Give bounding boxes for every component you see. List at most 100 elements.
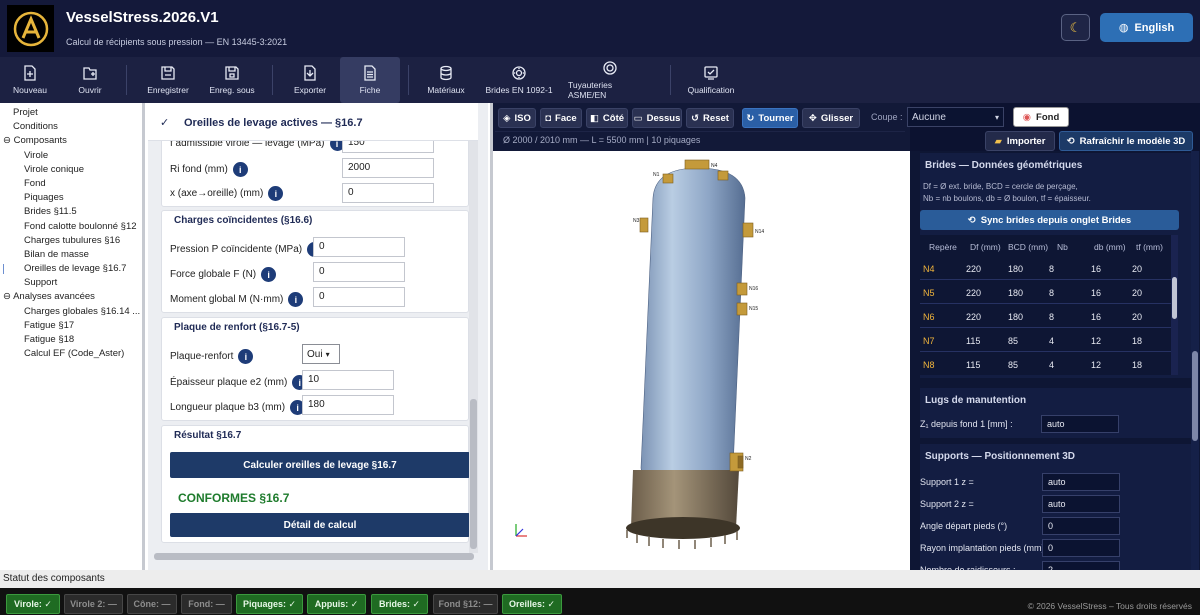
nav-item-fatigue-17[interactable]: Fatigue §17: [0, 319, 142, 333]
toolbar-pipes-button[interactable]: Tuyauteries ASME/EN: [568, 57, 652, 103]
cut-select[interactable]: Aucune ▾: [907, 107, 1004, 127]
nav-item-oreilles-levage[interactable]: Oreilles de levage §16.7: [0, 262, 142, 276]
nav-group-analyses[interactable]: ⊖ Analyses avancées: [0, 290, 142, 304]
ri-fond-input[interactable]: 2000: [342, 158, 434, 178]
toolbar-open-button[interactable]: Ouvrir: [68, 57, 112, 103]
fond-button[interactable]: ◉ Fond: [1013, 107, 1069, 127]
status-chip-piquages[interactable]: Piquages: ✓: [236, 594, 303, 614]
view-reset-button[interactable]: ↺ Reset: [686, 108, 734, 128]
scrollbar-thumb[interactable]: [1192, 351, 1198, 441]
app-title: VesselStress.2026.V1: [66, 9, 219, 26]
table-row[interactable]: N4 220 180 8 16 20: [920, 257, 1178, 280]
nav-item-bilan-masse[interactable]: Bilan de masse: [0, 248, 142, 262]
info-icon[interactable]: i: [268, 186, 284, 201]
nav-item-fond-calotte[interactable]: Fond calotte boulonné §12: [0, 220, 142, 234]
col-header: Repère: [929, 242, 957, 252]
toolbar-flanges-button[interactable]: Brides EN 1092-1: [485, 57, 553, 103]
nav-item-piquages[interactable]: Piquages: [0, 191, 142, 205]
nav-item-support[interactable]: Support: [0, 276, 142, 290]
panel-header[interactable]: ✓ Oreilles de levage actives — §16.7: [148, 103, 478, 141]
nav-item-charges-tubulures[interactable]: Charges tubulures §16: [0, 234, 142, 248]
pipe-icon: [603, 61, 617, 75]
support2-input[interactable]: auto: [1042, 495, 1120, 513]
import-button[interactable]: ▰ Importer: [985, 131, 1055, 151]
angle-pieds-input[interactable]: 0: [1042, 517, 1120, 535]
nav-item-charges-globales[interactable]: Charges globales §16.14 ...: [0, 305, 142, 319]
status-chip-appuis[interactable]: Appuis: ✓: [307, 594, 366, 614]
info-icon[interactable]: i: [238, 349, 254, 364]
status-chip-oreilles[interactable]: Oreilles: ✓: [502, 594, 562, 614]
cell-repere: N8: [923, 360, 935, 370]
horizontal-scrollbar[interactable]: [154, 553, 474, 560]
view-face-button[interactable]: ◘ Face: [540, 108, 582, 128]
pan-button[interactable]: ✥ Glisser: [802, 108, 860, 128]
nav-group-composants[interactable]: ⊖ Composants: [0, 134, 142, 148]
x-axe-input[interactable]: 0: [342, 183, 434, 203]
rayon-pieds-input[interactable]: 0: [1042, 539, 1120, 557]
status-chip-virole[interactable]: Virole: ✓: [6, 594, 60, 614]
epaisseur-input[interactable]: 10: [302, 370, 394, 390]
brides-title: Brides — Données géométriques: [925, 160, 1083, 171]
field-label: Ri fond (mm): [170, 164, 228, 175]
view-dessus-button[interactable]: ▭ Dessus: [632, 108, 682, 128]
toolbar-qualification-button[interactable]: Qualification: [684, 57, 738, 103]
right-scrollbar[interactable]: [1191, 151, 1199, 570]
right-scroll-area: Brides — Données géométriques Df = Ø ext…: [910, 151, 1200, 579]
nav-item-fatigue-18[interactable]: Fatigue §18: [0, 333, 142, 347]
plaque-renfort-select[interactable]: Oui ▾: [302, 344, 340, 364]
detail-button[interactable]: Détail de calcul: [170, 513, 470, 537]
language-button[interactable]: ◍ English: [1100, 13, 1193, 42]
cell-nb: 4: [1049, 360, 1055, 370]
support1-input[interactable]: auto: [1042, 473, 1120, 491]
moment-input[interactable]: 0: [313, 287, 405, 307]
table-row[interactable]: N8 115 85 4 12 18: [920, 353, 1178, 375]
col-header: Nb: [1057, 242, 1068, 252]
scrollbar-thumb[interactable]: [470, 399, 477, 549]
sheet-icon: [364, 65, 376, 81]
status-chip-virole2[interactable]: Virole 2: —: [64, 594, 123, 614]
vessel-3d-model[interactable]: N4 N14 N16 N15 N3 N2 N1: [593, 158, 833, 558]
sync-brides-button[interactable]: ⟲ Sync brides depuis onglet Brides: [920, 210, 1179, 230]
toolbar-label: Enreg. sous: [209, 85, 255, 95]
rotate-button[interactable]: ↻ Tourner: [742, 108, 798, 128]
viewer-3d[interactable]: ◈ ISO ◘ Face ◧ Côté ▭ Dessus ↺ Reset ↻ Tourner…: [490, 103, 913, 570]
nav-item-projet[interactable]: Projet: [0, 106, 142, 120]
dark-mode-toggle[interactable]: ☾: [1061, 14, 1090, 41]
view-iso-button[interactable]: ◈ ISO: [498, 108, 536, 128]
cell-nb: 8: [1049, 264, 1055, 274]
nav-item-calcul-ef[interactable]: Calcul EF (Code_Aster): [0, 347, 142, 361]
info-icon[interactable]: i: [232, 162, 248, 177]
nav-item-virole[interactable]: Virole: [0, 149, 142, 163]
nav-item-virole-conique[interactable]: Virole conique: [0, 163, 142, 177]
info-icon[interactable]: i: [261, 267, 277, 282]
longueur-input[interactable]: 180: [302, 395, 394, 415]
status-chip-fond[interactable]: Fond: —: [181, 594, 232, 614]
status-chip-brides[interactable]: Brides: ✓: [371, 594, 428, 614]
info-icon[interactable]: i: [288, 292, 304, 307]
scrollbar-thumb[interactable]: [1172, 277, 1177, 319]
table-scrollbar[interactable]: [1171, 235, 1178, 375]
table-row[interactable]: N6 220 180 8 16 20: [920, 305, 1178, 328]
status-chip-fond12[interactable]: Fond §12: —: [433, 594, 498, 614]
toolbar-materials-button[interactable]: Matériaux: [419, 57, 473, 103]
table-row[interactable]: N7 115 85 4 12 18: [920, 329, 1178, 352]
toolbar-new-button[interactable]: Nouveau: [8, 57, 52, 103]
status-chip-cone[interactable]: Cône: —: [127, 594, 177, 614]
nav-item-brides[interactable]: Brides §11.5: [0, 205, 142, 219]
toolbar-sheet-button[interactable]: Fiche: [340, 57, 400, 103]
pression-input[interactable]: 0: [313, 237, 405, 257]
angle-pieds-label: Angle départ pieds (°): [920, 521, 1008, 531]
table-row[interactable]: N5 220 180 8 16 20: [920, 281, 1178, 304]
nav-item-conditions[interactable]: Conditions: [0, 120, 142, 134]
toolbar-save-as-button[interactable]: Enreg. sous: [204, 57, 260, 103]
calculate-button[interactable]: Calculer oreilles de levage §16.7: [170, 452, 470, 478]
force-input[interactable]: 0: [313, 262, 405, 282]
nav-item-fond[interactable]: Fond: [0, 177, 142, 191]
refresh-3d-button[interactable]: ⟲ Rafraîchir le modèle 3D: [1059, 131, 1193, 151]
view-cote-button[interactable]: ◧ Côté: [586, 108, 628, 128]
toolbar-save-button[interactable]: Enregistrer: [140, 57, 196, 103]
fond-label: Fond: [1036, 111, 1060, 123]
lugs-z-input[interactable]: auto: [1041, 415, 1119, 433]
toolbar-export-button[interactable]: Exporter: [283, 57, 337, 103]
form-scrollbar[interactable]: [469, 141, 478, 553]
